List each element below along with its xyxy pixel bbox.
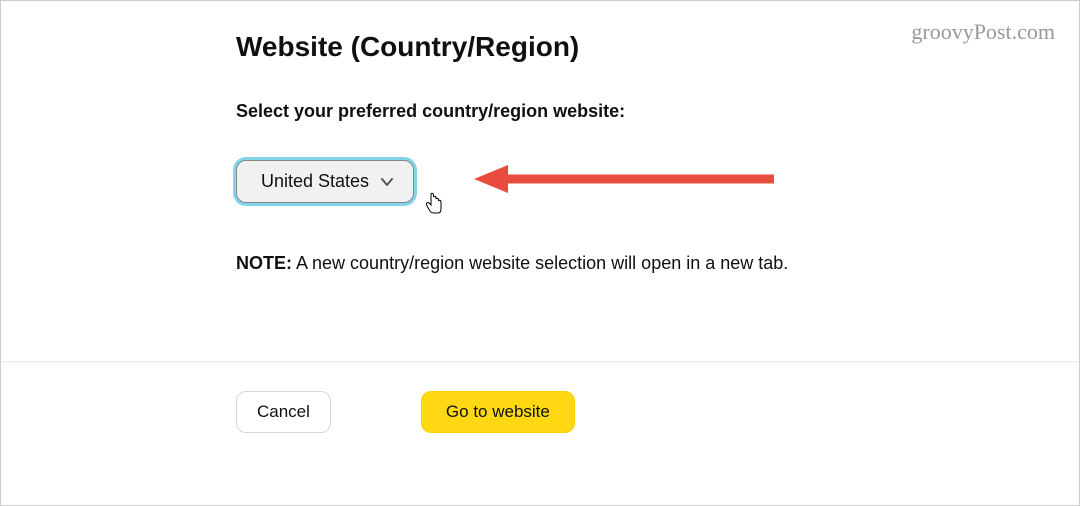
chevron-down-icon <box>379 174 395 190</box>
red-arrow-annotation <box>474 162 784 201</box>
watermark-text: groovyPost.com <box>911 19 1055 45</box>
go-to-website-button[interactable]: Go to website <box>421 391 575 433</box>
note-label: NOTE: <box>236 253 292 273</box>
section-divider <box>1 361 1079 367</box>
cursor-pointer-icon <box>424 192 444 221</box>
note-text: NOTE: A new country/region website selec… <box>236 253 1079 274</box>
action-buttons: Cancel Go to website <box>236 391 575 433</box>
dropdown-row: United States <box>236 160 1079 203</box>
dropdown-selected-value: United States <box>261 171 369 192</box>
cancel-button[interactable]: Cancel <box>236 391 331 433</box>
instruction-label: Select your preferred country/region web… <box>236 101 1079 122</box>
country-region-dropdown[interactable]: United States <box>236 160 414 203</box>
note-body: A new country/region website selection w… <box>292 253 788 273</box>
